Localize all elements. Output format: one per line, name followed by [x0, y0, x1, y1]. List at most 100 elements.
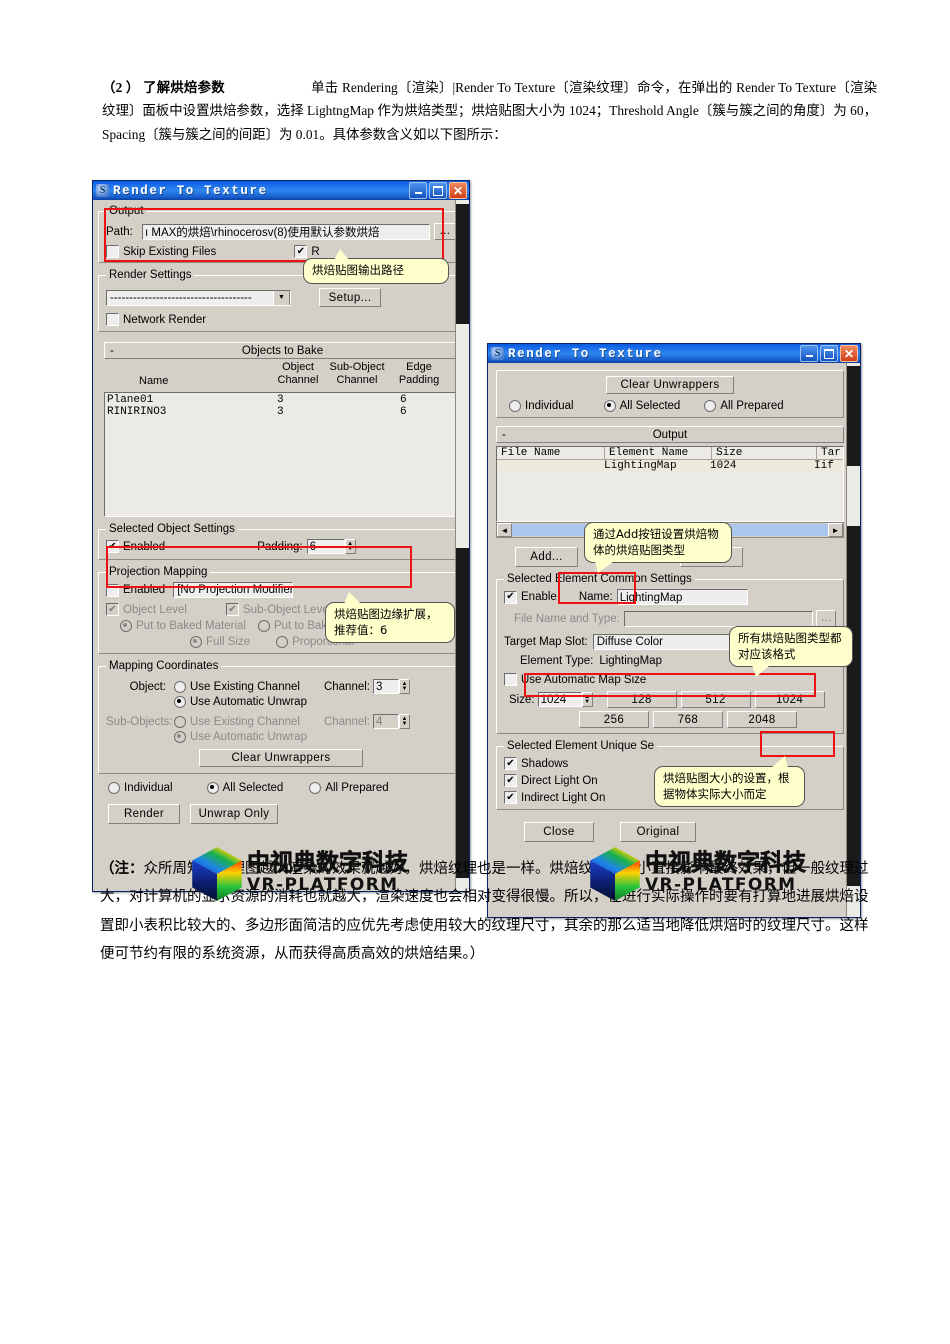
- col-header-size[interactable]: Size: [712, 447, 817, 459]
- chevron-down-icon[interactable]: ▼: [273, 290, 290, 305]
- rollout-collapse-icon[interactable]: -: [110, 345, 114, 357]
- size-preset-128-button[interactable]: 128: [606, 691, 677, 708]
- col-header-element-name[interactable]: Element Name: [605, 447, 712, 459]
- scroll-thumb-lower[interactable]: [847, 526, 860, 886]
- use-automatic-map-size-checkbox[interactable]: [504, 673, 517, 686]
- callout-add-button: 通过Add按钮设置烘焙物体的烘焙贴图类型: [584, 522, 732, 574]
- rendered-frame-window-label: R: [311, 245, 320, 258]
- size-preset-1024-button[interactable]: 1024: [754, 691, 825, 708]
- all-selected-radio[interactable]: [603, 400, 616, 412]
- render-button[interactable]: Render: [108, 804, 180, 824]
- window1-scrollbar[interactable]: [455, 200, 469, 891]
- clear-unwrappers-button[interactable]: Clear Unwrappers: [606, 376, 734, 394]
- scroll-left-icon[interactable]: ◄: [497, 523, 512, 537]
- element-name-label: Name:: [578, 591, 613, 603]
- size-spinner[interactable]: ▲ ▼: [581, 692, 593, 707]
- add-button[interactable]: Add...: [515, 547, 578, 567]
- output-elements-list[interactable]: File Name Element Name Size Tar Lighting…: [496, 446, 844, 522]
- sub-use-existing-channel-label: Use Existing Channel: [190, 715, 300, 728]
- render-to-texture-window-1[interactable]: S Render To Texture ✕ Output Path: ı MAX…: [92, 180, 470, 892]
- sub-use-automatic-unwrap-label: Use Automatic Unwrap: [190, 731, 307, 743]
- browse-path-button[interactable]: ...: [434, 223, 456, 240]
- shadows-checkbox[interactable]: ✔: [504, 757, 517, 770]
- col-header-name: Name: [139, 375, 169, 387]
- close-button[interactable]: ✕: [840, 345, 858, 362]
- skip-existing-files-checkbox[interactable]: [106, 245, 119, 258]
- window2-titlebar[interactable]: S Render To Texture ✕: [488, 344, 860, 363]
- callout-tail: [595, 561, 614, 574]
- col-header-edge-padding: Edge Padding: [398, 361, 440, 386]
- table-row[interactable]: LightingMap 1024 Iif: [497, 460, 843, 472]
- projection-enabled-label: Enabled: [123, 584, 166, 596]
- callout-add-button-text: 通过Add按钮设置烘焙物体的烘焙贴图类型: [593, 527, 719, 557]
- selected-object-enabled-checkbox[interactable]: ✔: [106, 540, 119, 553]
- window2-footer[interactable]: Close Original: [524, 822, 844, 842]
- object-use-existing-channel-radio[interactable]: [174, 680, 186, 693]
- minimize-button[interactable]: [800, 345, 818, 362]
- scroll-thumb[interactable]: [847, 366, 860, 466]
- all-prepared-label: All Prepared: [325, 782, 389, 794]
- objects-to-bake-rollout[interactable]: - Objects to Bake: [104, 342, 461, 359]
- all-selected-radio[interactable]: [206, 782, 219, 794]
- col-header-file-name[interactable]: File Name: [497, 447, 605, 459]
- rollout-collapse-icon[interactable]: -: [502, 429, 506, 441]
- rendered-frame-window-checkbox[interactable]: ✔: [294, 245, 308, 258]
- setup-button[interactable]: Setup...: [319, 288, 381, 307]
- size-preset-2048-button[interactable]: 2048: [727, 711, 797, 728]
- original-button[interactable]: Original: [620, 822, 696, 842]
- maximize-button[interactable]: [429, 182, 447, 199]
- output-group: Output Path: ı MAX的烘焙\rhinocerosv(8)使用默认…: [98, 205, 464, 263]
- row-file-name: [497, 460, 600, 472]
- padding-field[interactable]: 6: [306, 539, 345, 554]
- element-name-field[interactable]: LightingMap: [616, 589, 748, 605]
- output-group-title: Output: [106, 205, 147, 217]
- all-prepared-radio[interactable]: [309, 782, 322, 794]
- object-channel-field[interactable]: 3: [373, 679, 399, 694]
- objects-to-bake-list[interactable]: Plane01 3 6 RINIRINO3 3 6: [104, 392, 461, 517]
- individual-radio[interactable]: [108, 782, 120, 794]
- table-row[interactable]: RINIRINO3 3 6: [105, 406, 460, 418]
- padding-spinner[interactable]: ▲ ▼: [344, 539, 356, 554]
- row-object-channel: 3: [277, 394, 284, 406]
- all-selected-label: All Selected: [619, 400, 681, 412]
- all-prepared-radio[interactable]: [704, 400, 717, 412]
- element-enable-checkbox[interactable]: ✔: [504, 590, 517, 604]
- window1-bake-scope[interactable]: Individual All Selected All Prepared: [108, 782, 454, 794]
- direct-light-on-checkbox[interactable]: ✔: [504, 774, 517, 787]
- individual-radio[interactable]: [509, 400, 521, 412]
- indirect-light-on-checkbox[interactable]: ✔: [504, 791, 517, 804]
- objects-to-bake-header: Object Channel Sub-Object Channel Edge Padd…: [104, 361, 461, 391]
- scroll-thumb-lower[interactable]: [456, 548, 469, 878]
- projection-modifier-combo[interactable]: [No Projection Modifier] ▼: [173, 582, 294, 598]
- window1-footer[interactable]: Render Unwrap Only: [108, 804, 454, 824]
- render-preset-combo[interactable]: ------------------------------------- ▼: [106, 289, 291, 306]
- close-button[interactable]: ✕: [449, 182, 467, 199]
- callout-output-path-text: 烘焙贴图输出路径: [312, 263, 404, 277]
- network-render-checkbox[interactable]: [106, 313, 119, 326]
- object-use-automatic-unwrap-radio[interactable]: [174, 696, 186, 708]
- window1-titlebar[interactable]: S Render To Texture ✕: [93, 181, 469, 200]
- shadows-label: Shadows: [521, 757, 569, 770]
- close-button-footer[interactable]: Close: [524, 822, 594, 842]
- clear-unwrappers-button[interactable]: Clear Unwrappers: [199, 749, 363, 767]
- size-field[interactable]: 1024: [537, 692, 582, 707]
- window1-title-buttons[interactable]: ✕: [409, 182, 467, 199]
- output-path-field[interactable]: ı MAX的烘焙\rhinocerosv(8)使用默认参数烘焙: [142, 223, 430, 240]
- maximize-button[interactable]: [820, 345, 838, 362]
- unwrap-only-button[interactable]: Unwrap Only: [190, 804, 278, 824]
- scroll-thumb[interactable]: [456, 204, 469, 324]
- size-preset-768-button[interactable]: 768: [653, 711, 723, 728]
- size-preset-512-button[interactable]: 512: [680, 691, 751, 708]
- projection-enabled-checkbox[interactable]: [106, 583, 119, 597]
- output-rollout[interactable]: - Output: [496, 426, 844, 443]
- minimize-button[interactable]: [409, 182, 427, 199]
- render-preset-value: -------------------------------------: [110, 291, 252, 304]
- size-preset-256-button[interactable]: 256: [579, 711, 649, 728]
- full-size-label: Full Size: [206, 636, 251, 648]
- object-channel-spinner[interactable]: ▲ ▼: [399, 679, 410, 694]
- table-row[interactable]: Plane01 3 6: [105, 393, 460, 406]
- sub-channel-spinner: ▲ ▼: [399, 714, 410, 729]
- scroll-right-icon[interactable]: ►: [828, 523, 843, 537]
- window2-title-buttons[interactable]: ✕: [800, 345, 858, 362]
- col-header-target[interactable]: Tar: [817, 447, 841, 459]
